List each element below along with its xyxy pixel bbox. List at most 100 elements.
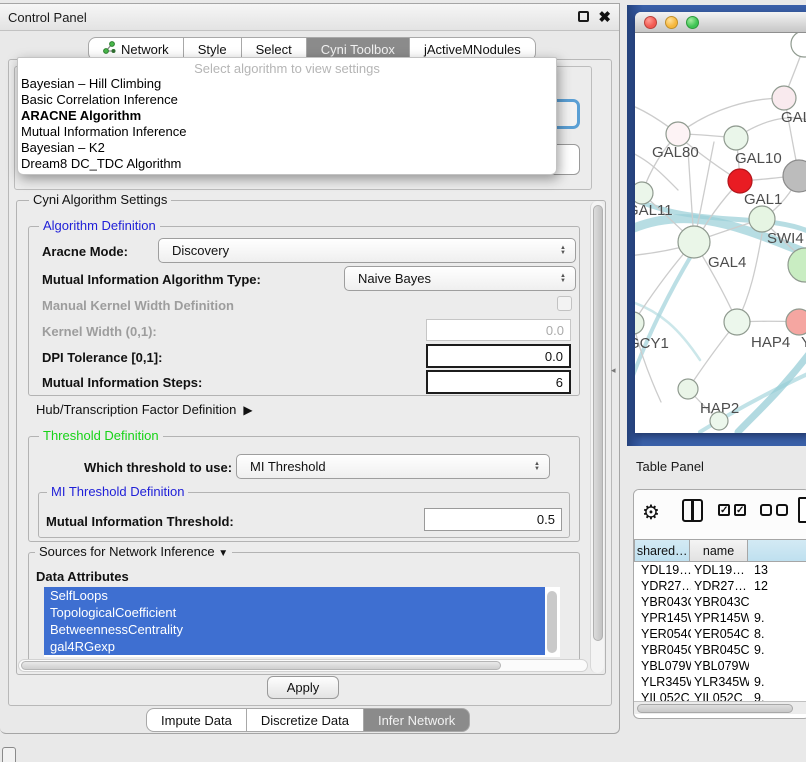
kernel-width-input[interactable]: 0.0 <box>426 319 571 341</box>
network-node[interactable] <box>783 160 806 192</box>
table-row[interactable]: YER054CYER054C8. <box>634 626 806 642</box>
select-all-checkbox-icon[interactable]: ✓ <box>734 504 746 516</box>
algorithm-option[interactable]: Bayesian – K2 <box>18 140 556 156</box>
table-row[interactable]: YBR045CYBR045C9. <box>634 642 806 658</box>
table-cell: YBR045C <box>634 642 691 658</box>
algorithm-option[interactable]: Dream8 DC_TDC Algorithm <box>18 156 556 172</box>
table-row[interactable]: YBR043CYBR043C <box>634 594 806 610</box>
algorithm-option[interactable]: Bayesian – Hill Climbing <box>18 76 556 92</box>
table-cell <box>749 658 806 674</box>
sources-legend[interactable]: Sources for Network Inference ▼ <box>35 544 232 559</box>
network-node[interactable] <box>749 206 775 232</box>
algorithm-option[interactable]: Basic Correlation Inference <box>18 92 556 108</box>
deselect-all-checkbox-icon[interactable] <box>776 504 788 516</box>
float-window-icon[interactable] <box>578 11 589 22</box>
mi-threshold-input[interactable]: 0.5 <box>424 508 562 531</box>
tab-discretize-data[interactable]: Discretize Data <box>247 708 364 732</box>
network-window-titlebar[interactable] <box>635 12 806 33</box>
data-attribute-item[interactable]: BetweennessCentrality <box>44 621 545 638</box>
network-node[interactable] <box>788 248 806 282</box>
close-icon[interactable]: ✖ <box>598 8 611 26</box>
network-canvas[interactable]: GAL80GAL10GAL1GAL11SWI4GAL4GCY1HAP4YHAP2… <box>635 33 806 433</box>
network-node[interactable] <box>772 86 796 110</box>
network-node[interactable] <box>728 169 752 193</box>
minimized-panel-icon[interactable] <box>2 747 16 762</box>
table-cell: YPR145W <box>691 610 749 626</box>
hub-definition-toggle[interactable]: Hub/Transcription Factor Definition ▶ <box>36 402 253 417</box>
table-cell: YER054C <box>634 626 691 642</box>
table-horizontal-scrollbar-thumb[interactable] <box>637 704 793 713</box>
table-cell: YLR345W <box>634 674 691 690</box>
network-node-label: SWI4 <box>767 230 804 247</box>
tab-jactivemnodules-label: jActiveMNodules <box>424 42 521 57</box>
settings-horizontal-scrollbar-thumb[interactable] <box>21 661 501 670</box>
attributes-list-scrollbar[interactable] <box>547 591 557 653</box>
network-node[interactable] <box>791 33 806 57</box>
table-cell: YIL052C <box>634 690 691 701</box>
aracne-mode-value: Discovery <box>172 243 229 258</box>
column-header-3[interactable] <box>748 539 806 562</box>
network-node-label: GAL10 <box>735 150 782 167</box>
data-attribute-item[interactable]: TopologicalCoefficient <box>44 604 545 621</box>
network-node[interactable] <box>710 412 728 430</box>
settings-vertical-scrollbar-thumb[interactable] <box>593 205 603 641</box>
column-header-shared[interactable]: shared… <box>634 539 690 562</box>
data-attribute-item[interactable]: SelfLoops <box>44 587 545 604</box>
apply-button[interactable]: Apply <box>267 676 339 699</box>
table-horizontal-scrollbar[interactable] <box>634 701 806 714</box>
panel-splitter-handle[interactable]: ◂ <box>611 365 616 376</box>
network-node-label: GAL11 <box>635 202 673 219</box>
network-node[interactable] <box>724 309 750 335</box>
gear-icon[interactable]: ⚙ <box>642 500 660 525</box>
table-cell: 12 <box>749 578 806 594</box>
network-node[interactable] <box>635 182 653 204</box>
mi-type-combo[interactable]: Naive Bayes ▲▼ <box>344 266 576 291</box>
cyni-algorithm-settings-legend: Cyni Algorithm Settings <box>29 192 171 207</box>
which-threshold-combo[interactable]: MI Threshold ▲▼ <box>236 454 550 479</box>
settings-horizontal-scrollbar[interactable] <box>18 659 588 672</box>
tab-impute-data[interactable]: Impute Data <box>146 708 247 732</box>
network-node[interactable] <box>678 379 698 399</box>
table-cell: YBR045C <box>691 642 749 658</box>
table-cell: 9. <box>749 674 806 690</box>
mi-type-value: Naive Bayes <box>358 271 431 286</box>
kernel-width-label: Kernel Width (0,1): <box>42 324 157 339</box>
algorithm-option[interactable]: Mutual Information Inference <box>18 124 556 140</box>
combo-spinner-icon: ▲▼ <box>560 246 566 256</box>
dpi-tolerance-input[interactable]: 0.0 <box>426 344 571 368</box>
table-row[interactable]: YPR145WYPR145W9. <box>634 610 806 626</box>
settings-vertical-scrollbar[interactable] <box>590 201 604 673</box>
network-node[interactable] <box>678 226 710 258</box>
zoom-traffic-light[interactable] <box>686 16 699 29</box>
network-node[interactable] <box>666 122 690 146</box>
tab-infer-network[interactable]: Infer Network <box>364 708 470 732</box>
control-panel-titlebar[interactable]: Control Panel ✖ <box>0 4 619 31</box>
data-attribute-item[interactable]: gal4RGexp <box>44 638 545 655</box>
mi-steps-input[interactable]: 6 <box>426 370 571 394</box>
manual-kernel-checkbox[interactable] <box>557 296 572 311</box>
new-table-icon[interactable] <box>798 497 806 523</box>
table-row[interactable]: YDR27…YDR27…12 <box>634 578 806 594</box>
table-cell: YDL19… <box>691 562 749 578</box>
table-body: YDL19…YDL19…13YDR27…YDR27…12YBR043CYBR04… <box>634 562 806 701</box>
mi-type-label: Mutual Information Algorithm Type: <box>42 272 261 287</box>
network-node[interactable] <box>635 312 644 334</box>
column-browser-icon[interactable] <box>682 499 703 522</box>
table-row[interactable]: YDL19…YDL19…13 <box>634 562 806 578</box>
tab-style-label: Style <box>198 42 227 57</box>
table-row[interactable]: YBL079WYBL079W <box>634 658 806 674</box>
table-row[interactable]: YLR345WYLR345W9. <box>634 674 806 690</box>
minimize-traffic-light[interactable] <box>665 16 678 29</box>
bottom-tab-bar: Impute Data Discretize Data Infer Networ… <box>146 708 470 732</box>
close-traffic-light[interactable] <box>644 16 657 29</box>
network-edge[interactable] <box>737 234 762 322</box>
network-node[interactable] <box>786 309 806 335</box>
network-node[interactable] <box>724 126 748 150</box>
deselect-all-checkbox-icon[interactable] <box>760 504 772 516</box>
table-row[interactable]: YIL052CYIL052C9. <box>634 690 806 701</box>
aracne-mode-combo[interactable]: Discovery ▲▼ <box>158 238 576 263</box>
select-all-checkbox-icon[interactable]: ✓ <box>718 504 730 516</box>
table-cell: YPR145W <box>634 610 691 626</box>
column-header-name[interactable]: name <box>690 539 747 562</box>
algorithm-option[interactable]: ARACNE Algorithm <box>18 108 556 124</box>
